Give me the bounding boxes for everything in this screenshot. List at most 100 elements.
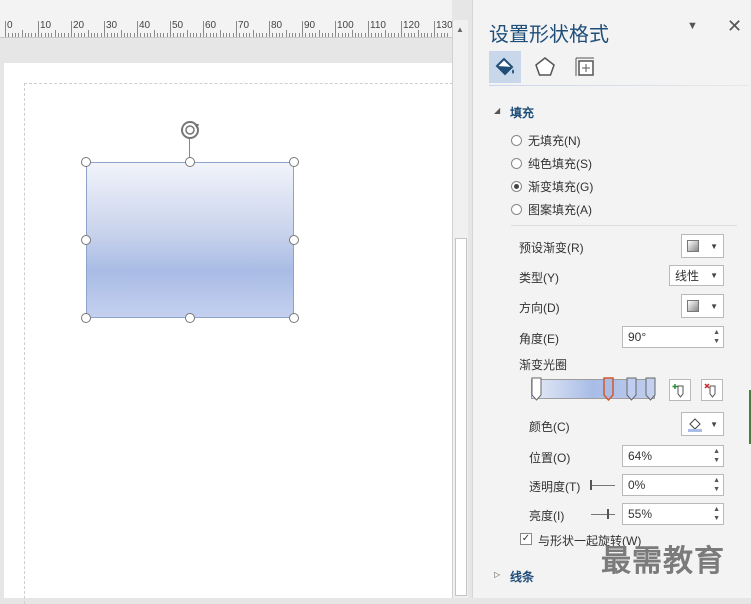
ruler-tick: [127, 33, 129, 37]
resize-handle-top-left[interactable]: [81, 157, 91, 167]
radio-dot[interactable]: [511, 157, 522, 169]
add-gradient-stop-button[interactable]: [669, 379, 691, 401]
ruler-tick: [236, 21, 237, 37]
gradient-rectangle-shape[interactable]: [86, 162, 294, 318]
ruler-tick: [331, 33, 333, 37]
resize-handle-top[interactable]: [185, 157, 195, 167]
ruler-number: 70: [238, 20, 250, 31]
resize-handle-bottom-left[interactable]: [81, 313, 91, 323]
radio-dot[interactable]: [511, 134, 522, 146]
ruler-tick: [150, 33, 152, 37]
ruler-tick: [269, 21, 270, 37]
position-label: 位置(O): [529, 451, 571, 465]
remove-gradient-stop-button[interactable]: [701, 379, 723, 401]
gradient-stop-3[interactable]: [626, 377, 637, 401]
fill-line-icon: [495, 57, 514, 76]
brightness-input[interactable]: 55% ▲ ▼: [622, 503, 724, 525]
type-dropdown[interactable]: 线性 ▼: [669, 265, 724, 286]
section-line-header[interactable]: 线条: [510, 568, 534, 585]
ruler-tick: [153, 30, 155, 37]
ruler-tick: [94, 33, 96, 37]
collapse-triangle-icon[interactable]: ◢: [494, 106, 500, 115]
chevron-down-icon: ▼: [710, 271, 718, 280]
resize-handle-bottom[interactable]: [185, 313, 195, 323]
ruler-tick: [437, 33, 439, 37]
ruler-tick: [67, 33, 69, 37]
gradient-stop-4[interactable]: [645, 377, 656, 401]
spin-arrows-icon[interactable]: ▲ ▼: [713, 447, 720, 465]
spin-arrows-icon[interactable]: ▲ ▼: [713, 328, 720, 346]
direction-label: 方向(D): [519, 301, 560, 315]
ruler-tick: [110, 33, 112, 37]
gradient-stop-selected[interactable]: [603, 377, 614, 401]
angle-input[interactable]: 90° ▲ ▼: [622, 326, 724, 348]
chevron-down-icon[interactable]: ▼: [687, 20, 698, 32]
transparency-label: 透明度(T): [529, 480, 581, 494]
ruler-tick: [232, 33, 234, 37]
scroll-up-arrow-icon[interactable]: ▲: [456, 25, 464, 34]
resize-handle-right[interactable]: [289, 235, 299, 245]
brightness-slider[interactable]: [591, 514, 615, 515]
ruler-tick: [298, 33, 300, 37]
ruler-tick: [354, 33, 356, 37]
ruler-number: 20: [73, 20, 85, 31]
resize-handle-left[interactable]: [81, 235, 91, 245]
resize-handle-top-right[interactable]: [289, 157, 299, 167]
radio-dot[interactable]: [511, 203, 522, 215]
radio-solid-fill[interactable]: 纯色填充(S): [511, 155, 592, 171]
ruler-tick: [384, 30, 386, 37]
transparency-input[interactable]: 0% ▲ ▼: [622, 474, 724, 496]
spin-arrows-icon[interactable]: ▲ ▼: [713, 476, 720, 494]
ruler-tick: [394, 33, 396, 37]
tab-fill-line[interactable]: [489, 51, 521, 83]
ruler-tick: [186, 30, 188, 37]
ruler-number: 130: [436, 20, 453, 31]
spin-arrows-icon[interactable]: ▲ ▼: [713, 505, 720, 523]
transparency-slider-thumb[interactable]: [590, 480, 592, 490]
gradient-stop-1[interactable]: [531, 377, 542, 401]
vertical-scrollbar[interactable]: ▲: [452, 20, 468, 598]
rotate-handle-icon[interactable]: [178, 118, 202, 142]
ruler-tick: [414, 33, 416, 37]
section-fill-header[interactable]: 填充: [510, 104, 534, 121]
direction-dropdown[interactable]: ▼: [681, 294, 724, 318]
stop-color-dropdown[interactable]: ▼: [681, 412, 724, 436]
ruler-tick: [176, 33, 178, 37]
brightness-slider-thumb[interactable]: [607, 509, 609, 519]
angle-value: 90°: [628, 330, 647, 344]
size-properties-icon: [575, 57, 594, 76]
ruler-tick: [14, 33, 16, 37]
ruler-number: 80: [271, 20, 283, 31]
radio-pattern-fill[interactable]: 图案填充(A): [511, 201, 592, 217]
rotate-with-shape-checkbox[interactable]: ✓: [520, 533, 532, 545]
ruler-number: 10: [40, 20, 52, 31]
preset-gradient-dropdown[interactable]: ▼: [681, 234, 724, 258]
position-input[interactable]: 64% ▲ ▼: [622, 445, 724, 467]
ruler-tick: [397, 33, 399, 37]
ruler-tick: [8, 33, 10, 37]
ruler-tick: [100, 33, 102, 37]
ruler-tick: [364, 33, 366, 37]
type-value: 线性: [675, 269, 700, 283]
scrollbar-thumb[interactable]: [455, 238, 467, 596]
ruler-tick: [137, 21, 138, 37]
type-label: 类型(Y): [519, 271, 559, 285]
resize-handle-bottom-right[interactable]: [289, 313, 299, 323]
transparency-slider[interactable]: [591, 485, 615, 486]
ruler-tick: [358, 33, 360, 37]
ruler-tick: [318, 30, 320, 37]
radio-dot-selected[interactable]: [511, 180, 522, 192]
ruler-tick: [104, 21, 105, 37]
expand-triangle-icon[interactable]: ▷: [494, 570, 500, 579]
tab-effects[interactable]: [529, 51, 561, 83]
radio-gradient-fill[interactable]: 渐变填充(G): [511, 178, 593, 194]
ruler-tick: [222, 33, 224, 37]
gradient-stops-label: 渐变光圈: [519, 358, 568, 372]
ruler-tick: [430, 33, 432, 37]
ruler-tick: [5, 21, 6, 37]
ruler-tick: [361, 33, 363, 37]
ruler-tick: [143, 33, 145, 37]
tab-size-properties[interactable]: [569, 51, 601, 83]
radio-no-fill[interactable]: 无填充(N): [511, 132, 581, 148]
close-icon[interactable]: ✕: [727, 16, 742, 37]
